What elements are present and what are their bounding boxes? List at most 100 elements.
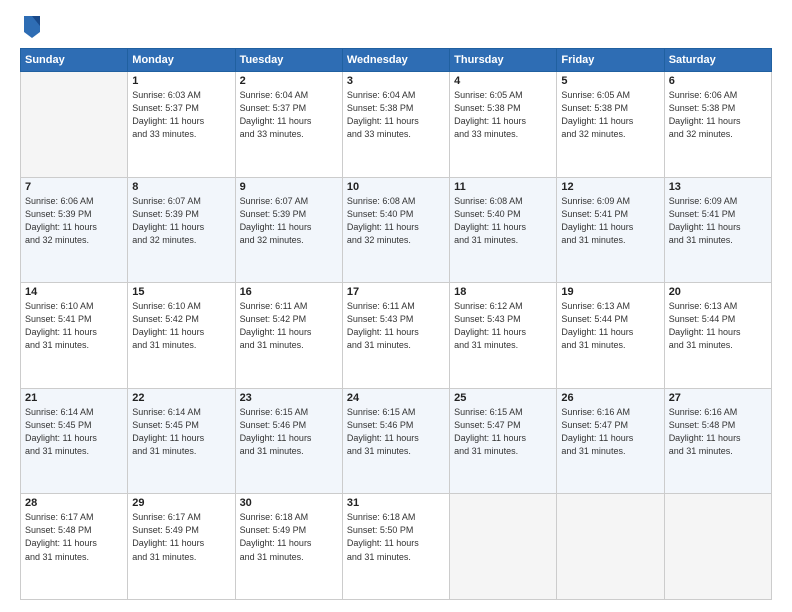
day-info: Sunrise: 6:17 AMSunset: 5:48 PMDaylight:… [25, 511, 123, 563]
day-number: 9 [240, 181, 338, 193]
day-info: Sunrise: 6:11 AMSunset: 5:42 PMDaylight:… [240, 300, 338, 352]
calendar-cell: 23 Sunrise: 6:15 AMSunset: 5:46 PMDaylig… [235, 388, 342, 494]
calendar-cell: 15 Sunrise: 6:10 AMSunset: 5:42 PMDaylig… [128, 283, 235, 389]
calendar-table: SundayMondayTuesdayWednesdayThursdayFrid… [20, 48, 772, 600]
calendar-cell: 11 Sunrise: 6:08 AMSunset: 5:40 PMDaylig… [450, 177, 557, 283]
calendar-cell: 19 Sunrise: 6:13 AMSunset: 5:44 PMDaylig… [557, 283, 664, 389]
day-info: Sunrise: 6:05 AMSunset: 5:38 PMDaylight:… [454, 89, 552, 141]
calendar-cell: 1 Sunrise: 6:03 AMSunset: 5:37 PMDayligh… [128, 72, 235, 178]
day-number: 2 [240, 75, 338, 87]
calendar-cell: 17 Sunrise: 6:11 AMSunset: 5:43 PMDaylig… [342, 283, 449, 389]
calendar-cell: 6 Sunrise: 6:06 AMSunset: 5:38 PMDayligh… [664, 72, 771, 178]
day-number: 28 [25, 497, 123, 509]
day-info: Sunrise: 6:16 AMSunset: 5:48 PMDaylight:… [669, 406, 767, 458]
page: SundayMondayTuesdayWednesdayThursdayFrid… [0, 0, 792, 612]
logo [20, 18, 42, 38]
calendar-cell: 31 Sunrise: 6:18 AMSunset: 5:50 PMDaylig… [342, 494, 449, 600]
weekday-header: Monday [128, 49, 235, 72]
day-number: 27 [669, 392, 767, 404]
day-info: Sunrise: 6:14 AMSunset: 5:45 PMDaylight:… [25, 406, 123, 458]
day-number: 8 [132, 181, 230, 193]
weekday-header: Tuesday [235, 49, 342, 72]
calendar-cell: 30 Sunrise: 6:18 AMSunset: 5:49 PMDaylig… [235, 494, 342, 600]
calendar-cell: 24 Sunrise: 6:15 AMSunset: 5:46 PMDaylig… [342, 388, 449, 494]
day-info: Sunrise: 6:03 AMSunset: 5:37 PMDaylight:… [132, 89, 230, 141]
calendar-cell: 16 Sunrise: 6:11 AMSunset: 5:42 PMDaylig… [235, 283, 342, 389]
calendar-cell: 3 Sunrise: 6:04 AMSunset: 5:38 PMDayligh… [342, 72, 449, 178]
calendar-cell: 4 Sunrise: 6:05 AMSunset: 5:38 PMDayligh… [450, 72, 557, 178]
day-number: 29 [132, 497, 230, 509]
calendar-cell: 9 Sunrise: 6:07 AMSunset: 5:39 PMDayligh… [235, 177, 342, 283]
day-info: Sunrise: 6:09 AMSunset: 5:41 PMDaylight:… [669, 195, 767, 247]
day-number: 25 [454, 392, 552, 404]
day-number: 21 [25, 392, 123, 404]
header [20, 18, 772, 38]
weekday-header: Thursday [450, 49, 557, 72]
calendar-cell: 20 Sunrise: 6:13 AMSunset: 5:44 PMDaylig… [664, 283, 771, 389]
weekday-header: Wednesday [342, 49, 449, 72]
weekday-header: Saturday [664, 49, 771, 72]
calendar-cell: 21 Sunrise: 6:14 AMSunset: 5:45 PMDaylig… [21, 388, 128, 494]
day-info: Sunrise: 6:06 AMSunset: 5:39 PMDaylight:… [25, 195, 123, 247]
day-number: 3 [347, 75, 445, 87]
calendar-cell: 5 Sunrise: 6:05 AMSunset: 5:38 PMDayligh… [557, 72, 664, 178]
day-number: 4 [454, 75, 552, 87]
calendar-cell: 14 Sunrise: 6:10 AMSunset: 5:41 PMDaylig… [21, 283, 128, 389]
calendar-cell: 12 Sunrise: 6:09 AMSunset: 5:41 PMDaylig… [557, 177, 664, 283]
day-number: 18 [454, 286, 552, 298]
day-info: Sunrise: 6:10 AMSunset: 5:42 PMDaylight:… [132, 300, 230, 352]
day-number: 30 [240, 497, 338, 509]
day-number: 7 [25, 181, 123, 193]
day-info: Sunrise: 6:10 AMSunset: 5:41 PMDaylight:… [25, 300, 123, 352]
day-info: Sunrise: 6:15 AMSunset: 5:46 PMDaylight:… [347, 406, 445, 458]
day-number: 11 [454, 181, 552, 193]
day-number: 26 [561, 392, 659, 404]
calendar-cell: 27 Sunrise: 6:16 AMSunset: 5:48 PMDaylig… [664, 388, 771, 494]
day-number: 6 [669, 75, 767, 87]
day-info: Sunrise: 6:16 AMSunset: 5:47 PMDaylight:… [561, 406, 659, 458]
calendar-cell: 8 Sunrise: 6:07 AMSunset: 5:39 PMDayligh… [128, 177, 235, 283]
calendar-cell: 7 Sunrise: 6:06 AMSunset: 5:39 PMDayligh… [21, 177, 128, 283]
day-info: Sunrise: 6:18 AMSunset: 5:50 PMDaylight:… [347, 511, 445, 563]
day-number: 15 [132, 286, 230, 298]
calendar-cell: 13 Sunrise: 6:09 AMSunset: 5:41 PMDaylig… [664, 177, 771, 283]
day-info: Sunrise: 6:04 AMSunset: 5:37 PMDaylight:… [240, 89, 338, 141]
calendar-cell [557, 494, 664, 600]
day-number: 31 [347, 497, 445, 509]
calendar-cell [450, 494, 557, 600]
day-info: Sunrise: 6:07 AMSunset: 5:39 PMDaylight:… [240, 195, 338, 247]
day-info: Sunrise: 6:15 AMSunset: 5:47 PMDaylight:… [454, 406, 552, 458]
day-number: 19 [561, 286, 659, 298]
day-info: Sunrise: 6:13 AMSunset: 5:44 PMDaylight:… [669, 300, 767, 352]
day-info: Sunrise: 6:15 AMSunset: 5:46 PMDaylight:… [240, 406, 338, 458]
day-number: 16 [240, 286, 338, 298]
day-number: 24 [347, 392, 445, 404]
day-info: Sunrise: 6:06 AMSunset: 5:38 PMDaylight:… [669, 89, 767, 141]
day-number: 14 [25, 286, 123, 298]
day-info: Sunrise: 6:12 AMSunset: 5:43 PMDaylight:… [454, 300, 552, 352]
calendar-cell: 18 Sunrise: 6:12 AMSunset: 5:43 PMDaylig… [450, 283, 557, 389]
day-number: 22 [132, 392, 230, 404]
day-info: Sunrise: 6:05 AMSunset: 5:38 PMDaylight:… [561, 89, 659, 141]
calendar-cell: 25 Sunrise: 6:15 AMSunset: 5:47 PMDaylig… [450, 388, 557, 494]
day-info: Sunrise: 6:17 AMSunset: 5:49 PMDaylight:… [132, 511, 230, 563]
day-info: Sunrise: 6:08 AMSunset: 5:40 PMDaylight:… [454, 195, 552, 247]
day-number: 20 [669, 286, 767, 298]
day-number: 10 [347, 181, 445, 193]
logo-icon [22, 14, 42, 38]
calendar-cell: 22 Sunrise: 6:14 AMSunset: 5:45 PMDaylig… [128, 388, 235, 494]
day-info: Sunrise: 6:09 AMSunset: 5:41 PMDaylight:… [561, 195, 659, 247]
day-info: Sunrise: 6:14 AMSunset: 5:45 PMDaylight:… [132, 406, 230, 458]
calendar-cell: 26 Sunrise: 6:16 AMSunset: 5:47 PMDaylig… [557, 388, 664, 494]
calendar-cell [664, 494, 771, 600]
weekday-header: Friday [557, 49, 664, 72]
day-number: 13 [669, 181, 767, 193]
calendar-cell: 10 Sunrise: 6:08 AMSunset: 5:40 PMDaylig… [342, 177, 449, 283]
day-info: Sunrise: 6:18 AMSunset: 5:49 PMDaylight:… [240, 511, 338, 563]
day-number: 1 [132, 75, 230, 87]
weekday-header: Sunday [21, 49, 128, 72]
calendar-cell [21, 72, 128, 178]
calendar-cell: 29 Sunrise: 6:17 AMSunset: 5:49 PMDaylig… [128, 494, 235, 600]
day-number: 5 [561, 75, 659, 87]
calendar-cell: 28 Sunrise: 6:17 AMSunset: 5:48 PMDaylig… [21, 494, 128, 600]
